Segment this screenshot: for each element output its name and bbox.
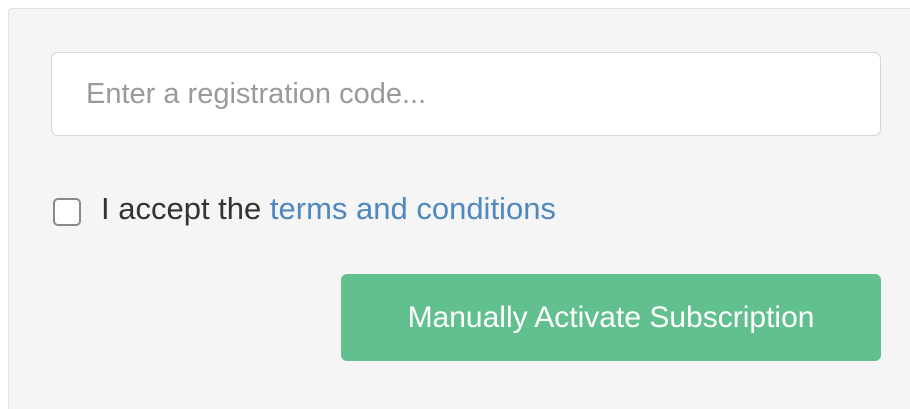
registration-panel: I accept the terms and conditions Manual…	[8, 8, 910, 409]
terms-checkbox[interactable]	[53, 198, 81, 226]
manually-activate-subscription-button[interactable]: Manually Activate Subscription	[341, 274, 881, 361]
terms-row: I accept the terms and conditions	[53, 189, 556, 229]
registration-code-input[interactable]	[51, 52, 881, 136]
terms-prefix-text: I accept the	[101, 191, 270, 226]
terms-label: I accept the terms and conditions	[101, 191, 556, 227]
terms-and-conditions-link[interactable]: terms and conditions	[270, 191, 556, 226]
